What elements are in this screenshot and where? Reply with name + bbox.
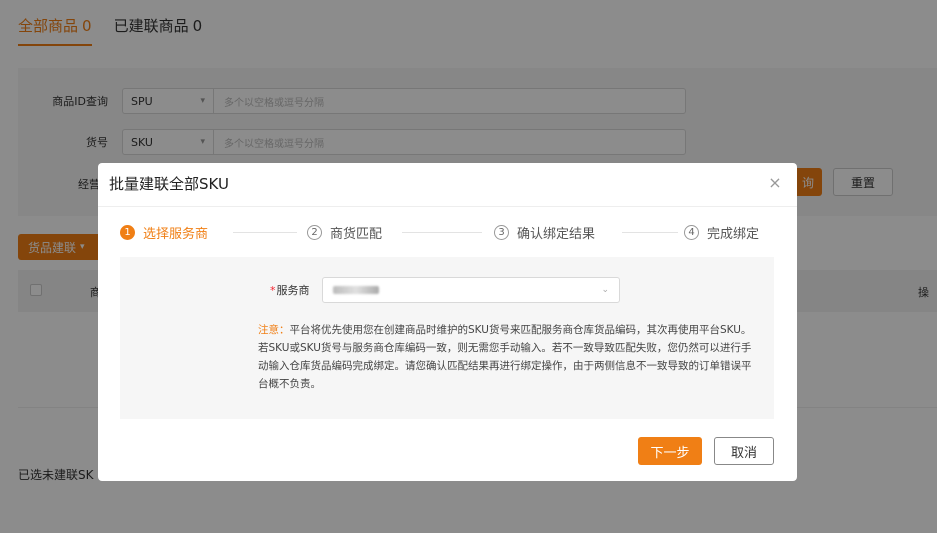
- close-icon[interactable]: ×: [767, 173, 783, 192]
- modal-divider: [98, 206, 797, 207]
- step-connector: [622, 232, 678, 233]
- step-label: 完成绑定: [707, 226, 760, 242]
- step-label: 确认绑定结果: [517, 226, 596, 242]
- provider-select[interactable]: ⌄: [322, 277, 620, 303]
- provider-label-text: 服务商: [276, 284, 310, 297]
- step-confirm-binding: 3 确认绑定结果: [494, 221, 595, 243]
- step-content-panel: *服务商 ⌄ 注意：平台将优先使用您在创建商品时维护的SKU货号来匹配服务商仓库…: [120, 257, 774, 419]
- batch-link-modal: 批量建联全部SKU × 1 选择服务商 2 商货匹配 3 确认绑定结果 4 完成…: [98, 163, 797, 481]
- step-connector: [233, 232, 297, 233]
- cancel-button[interactable]: 取消: [714, 437, 774, 465]
- step-goods-match: 2 商货匹配: [307, 221, 382, 243]
- step-number: 3: [494, 224, 509, 240]
- provider-select-value-redacted: [333, 286, 379, 294]
- step-complete-binding: 4 完成绑定: [684, 221, 759, 243]
- provider-row: *服务商 ⌄: [270, 277, 620, 303]
- modal-title: 批量建联全部SKU: [109, 175, 229, 193]
- note-prefix: 注意：: [258, 324, 290, 336]
- step-number: 2: [307, 224, 322, 240]
- chevron-down-icon: ⌄: [601, 285, 609, 295]
- required-marker: *: [270, 284, 276, 297]
- step-connector: [402, 232, 482, 233]
- step-indicator: 1 选择服务商 2 商货匹配 3 确认绑定结果 4 完成绑定: [120, 221, 775, 243]
- next-step-button[interactable]: 下一步: [638, 437, 702, 465]
- step-number: 1: [120, 224, 135, 240]
- step-select-provider: 1 选择服务商: [120, 221, 208, 243]
- matching-note: 注意：平台将优先使用您在创建商品时维护的SKU货号来匹配服务商仓库货品编码，其次…: [258, 321, 758, 393]
- provider-label: *服务商: [270, 282, 322, 298]
- note-text: 平台将优先使用您在创建商品时维护的SKU货号来匹配服务商仓库货品编码，其次再使用…: [258, 324, 752, 390]
- step-label: 商货匹配: [330, 226, 383, 242]
- step-label: 选择服务商: [143, 226, 209, 242]
- step-number: 4: [684, 224, 699, 240]
